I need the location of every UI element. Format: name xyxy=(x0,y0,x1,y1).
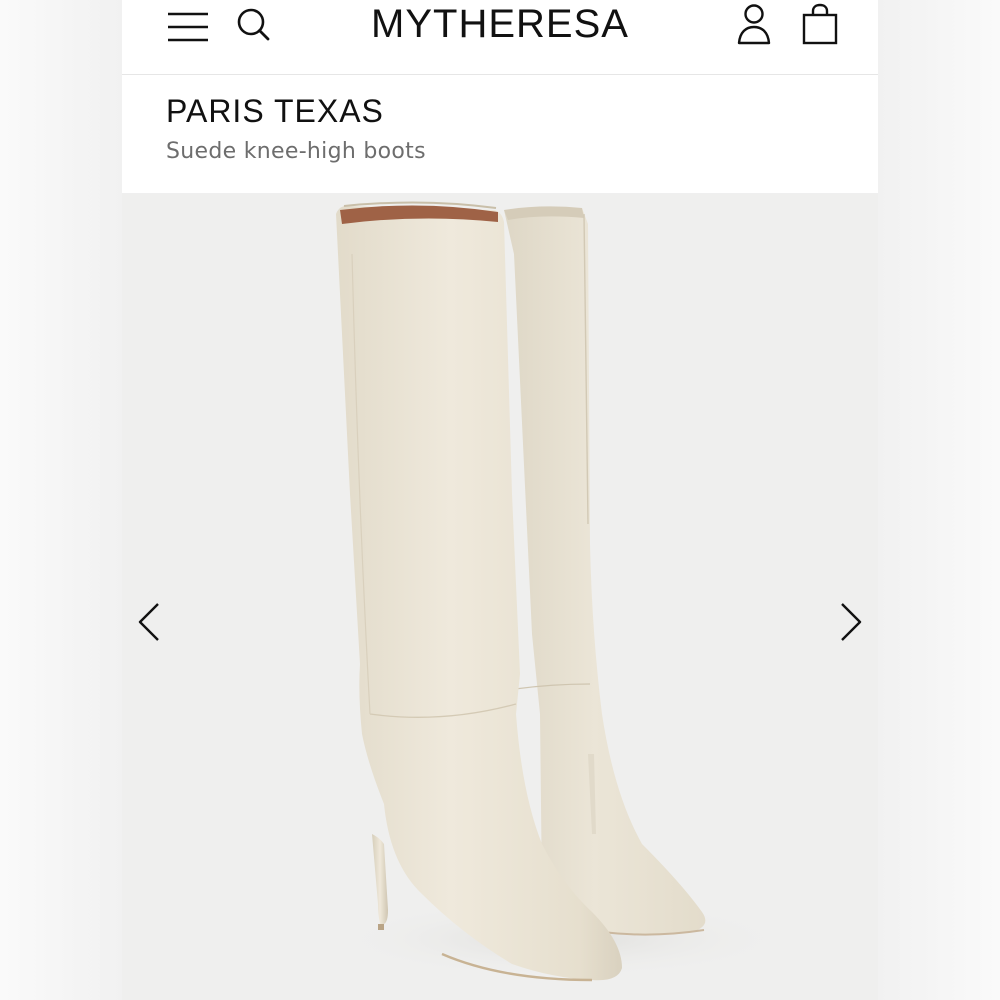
account-icon[interactable] xyxy=(732,2,776,46)
product-image xyxy=(122,194,878,1000)
product-header: PARIS TEXAS Suede knee-high boots xyxy=(122,75,878,193)
shopping-bag-icon[interactable] xyxy=(798,2,842,46)
product-image-gallery[interactable] xyxy=(122,194,878,1000)
chevron-left-icon[interactable] xyxy=(130,592,170,652)
left-backdrop xyxy=(0,0,122,1000)
designer-name[interactable]: PARIS TEXAS xyxy=(166,93,384,130)
mobile-page: MYTHERESA PARIS TEXAS Suede knee-high bo… xyxy=(122,0,878,1000)
product-name: Suede knee-high boots xyxy=(166,139,426,164)
right-backdrop xyxy=(878,0,1000,1000)
chevron-right-icon[interactable] xyxy=(830,592,870,652)
top-navigation-bar: MYTHERESA xyxy=(122,0,878,75)
